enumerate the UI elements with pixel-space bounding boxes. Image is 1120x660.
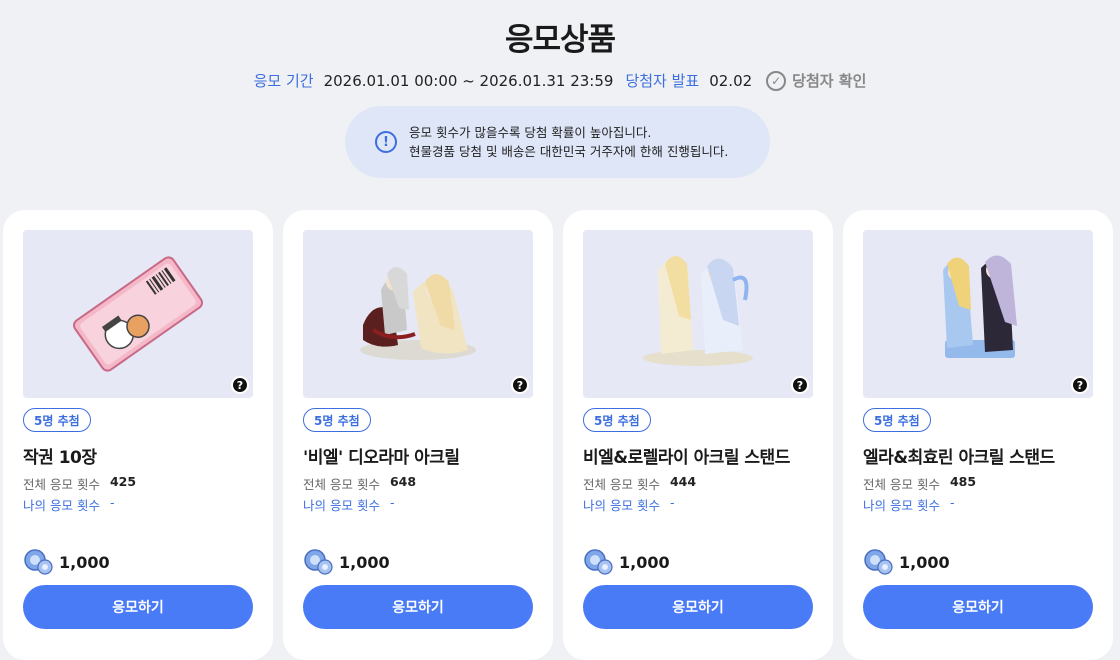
total-entries-value: 425 bbox=[109, 474, 137, 489]
enter-button[interactable]: 응모하기 bbox=[23, 585, 253, 629]
period-value: 2026.01.01 00:00 ~ 2026.01.31 23:59 bbox=[323, 71, 614, 90]
price: 1,000 bbox=[23, 548, 110, 576]
check-circle-icon: ✓ bbox=[766, 70, 787, 91]
total-entries: 전체 응모 횟수 444 bbox=[583, 474, 696, 493]
my-entries: 나의 응모 횟수 - bbox=[863, 495, 954, 514]
my-entries: 나의 응모 횟수 - bbox=[23, 495, 114, 514]
event-info: 응모 기간 2026.01.01 00:00 ~ 2026.01.31 23:5… bbox=[0, 70, 1120, 91]
product-name: 비엘&로렐라이 아크릴 스탠드 bbox=[583, 448, 790, 468]
announce-label: 당첨자 발표 bbox=[625, 72, 700, 90]
price: 1,000 bbox=[303, 548, 390, 576]
price: 1,000 bbox=[583, 548, 670, 576]
total-entries-label: 전체 응모 횟수 bbox=[23, 477, 100, 492]
notice-line-2: 현물경품 당첨 및 배송은 대한민국 거주자에 한해 진행됩니다. bbox=[409, 144, 729, 159]
total-entries-value: 485 bbox=[949, 474, 977, 489]
total-entries: 전체 응모 횟수 425 bbox=[23, 474, 136, 493]
total-entries-label: 전체 응모 횟수 bbox=[863, 477, 940, 492]
price-value: 1,000 bbox=[59, 552, 110, 572]
winner-count-badge: 5명 추첨 bbox=[863, 408, 931, 432]
help-icon[interactable]: ? bbox=[231, 376, 249, 394]
my-entries-label: 나의 응모 횟수 bbox=[23, 498, 100, 513]
product-name: 작권 10장 bbox=[23, 448, 97, 468]
enter-button[interactable]: 응모하기 bbox=[863, 585, 1093, 629]
total-entries-label: 전체 응모 횟수 bbox=[583, 477, 660, 492]
announce-value: 02.02 bbox=[709, 71, 753, 90]
acrylic-stand-image: ? bbox=[863, 230, 1093, 398]
help-icon[interactable]: ? bbox=[791, 376, 809, 394]
product-card: ? 5명 추첨 '비엘' 디오라마 아크릴 전체 응모 횟수 648 나의 응모… bbox=[283, 210, 553, 660]
period-label: 응모 기간 bbox=[253, 72, 314, 90]
price-value: 1,000 bbox=[619, 552, 670, 572]
help-icon[interactable]: ? bbox=[1071, 376, 1089, 394]
my-entries-label: 나의 응모 횟수 bbox=[303, 498, 380, 513]
winner-check-label: 당첨자 확인 bbox=[792, 72, 867, 90]
currency-icon bbox=[303, 548, 335, 576]
product-name: 엘라&최효린 아크릴 스탠드 bbox=[863, 448, 1055, 468]
winner-count-badge: 5명 추첨 bbox=[583, 408, 651, 432]
product-name: '비엘' 디오라마 아크릴 bbox=[303, 448, 460, 468]
my-entries-value: - bbox=[949, 495, 955, 510]
my-entries: 나의 응모 횟수 - bbox=[303, 495, 394, 514]
acrylic-diorama-image: ? bbox=[303, 230, 533, 398]
price-value: 1,000 bbox=[339, 552, 390, 572]
total-entries: 전체 응모 횟수 485 bbox=[863, 474, 976, 493]
my-entries-value: - bbox=[109, 495, 115, 510]
info-icon: ! bbox=[375, 131, 397, 153]
winner-check-button[interactable]: ✓ 당첨자 확인 bbox=[766, 70, 866, 91]
currency-icon bbox=[23, 548, 55, 576]
winner-count-badge: 5명 추첨 bbox=[303, 408, 371, 432]
notice-line-1: 응모 횟수가 많을수록 당첨 확률이 높아집니다. bbox=[409, 125, 652, 140]
enter-button[interactable]: 응모하기 bbox=[583, 585, 813, 629]
acrylic-stand-image: ? bbox=[583, 230, 813, 398]
price: 1,000 bbox=[863, 548, 950, 576]
currency-icon bbox=[863, 548, 895, 576]
my-entries-label: 나의 응모 횟수 bbox=[583, 498, 660, 513]
total-entries-label: 전체 응모 횟수 bbox=[303, 477, 380, 492]
notice-box: ! 응모 횟수가 많을수록 당첨 확률이 높아집니다. 현물경품 당첨 및 배송… bbox=[345, 106, 770, 178]
total-entries-value: 648 bbox=[389, 474, 417, 489]
currency-icon bbox=[583, 548, 615, 576]
total-entries-value: 444 bbox=[669, 474, 697, 489]
my-entries: 나의 응모 횟수 - bbox=[583, 495, 674, 514]
page-title: 응모상품 bbox=[504, 22, 616, 58]
product-card: ? 5명 추첨 작권 10장 전체 응모 횟수 425 나의 응모 횟수 - 1… bbox=[3, 210, 273, 660]
winner-count-badge: 5명 추첨 bbox=[23, 408, 91, 432]
price-value: 1,000 bbox=[899, 552, 950, 572]
help-icon[interactable]: ? bbox=[511, 376, 529, 394]
product-card: ? 5명 추첨 비엘&로렐라이 아크릴 스탠드 전체 응모 횟수 444 나의 … bbox=[563, 210, 833, 660]
total-entries: 전체 응모 횟수 648 bbox=[303, 474, 416, 493]
ticket-image: ? bbox=[23, 230, 253, 398]
my-entries-value: - bbox=[669, 495, 675, 510]
enter-button[interactable]: 응모하기 bbox=[303, 585, 533, 629]
my-entries-label: 나의 응모 횟수 bbox=[863, 498, 940, 513]
product-card: ? 5명 추첨 엘라&최효린 아크릴 스탠드 전체 응모 횟수 485 나의 응… bbox=[843, 210, 1113, 660]
my-entries-value: - bbox=[389, 495, 395, 510]
